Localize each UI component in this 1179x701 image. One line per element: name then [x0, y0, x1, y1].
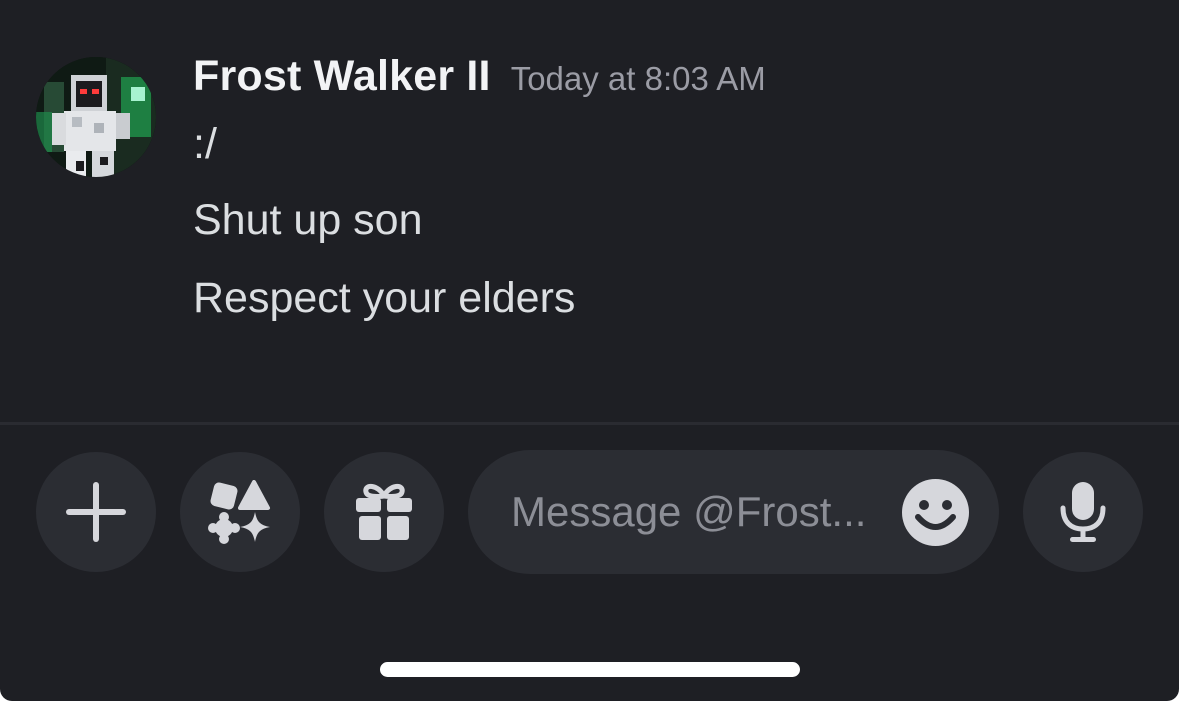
home-indicator[interactable]: [380, 662, 800, 677]
dm-screen: Frost Walker II Today at 8:03 AM :/ Shut …: [0, 0, 1179, 701]
composer-divider: [0, 422, 1179, 425]
add-attachment-button[interactable]: [36, 452, 156, 572]
message-line[interactable]: Respect your elders: [193, 274, 575, 323]
username[interactable]: Frost Walker II: [193, 52, 491, 100]
message-input-placeholder: Message @Frost...: [511, 488, 867, 535]
voice-message-button[interactable]: [1023, 452, 1143, 572]
smiley-icon[interactable]: [902, 479, 969, 546]
message-line[interactable]: Shut up son: [193, 196, 423, 245]
apps-shapes-icon: [208, 480, 270, 544]
message-group: Frost Walker II Today at 8:03 AM :/ Shut …: [0, 0, 1179, 422]
microphone-icon: [1060, 482, 1106, 542]
plus-icon: [66, 482, 126, 542]
message-timestamp: Today at 8:03 AM: [510, 60, 766, 97]
gift-button[interactable]: [324, 452, 444, 572]
user-avatar[interactable]: [36, 57, 156, 177]
minecraft-skin-avatar-icon: [36, 57, 156, 177]
message-header: Frost Walker II Today at 8:03 AM: [193, 52, 766, 101]
apps-button[interactable]: [180, 452, 300, 572]
message-input[interactable]: Message @Frost...: [468, 450, 999, 574]
message-line[interactable]: :/: [193, 120, 217, 169]
gift-icon: [356, 484, 412, 540]
